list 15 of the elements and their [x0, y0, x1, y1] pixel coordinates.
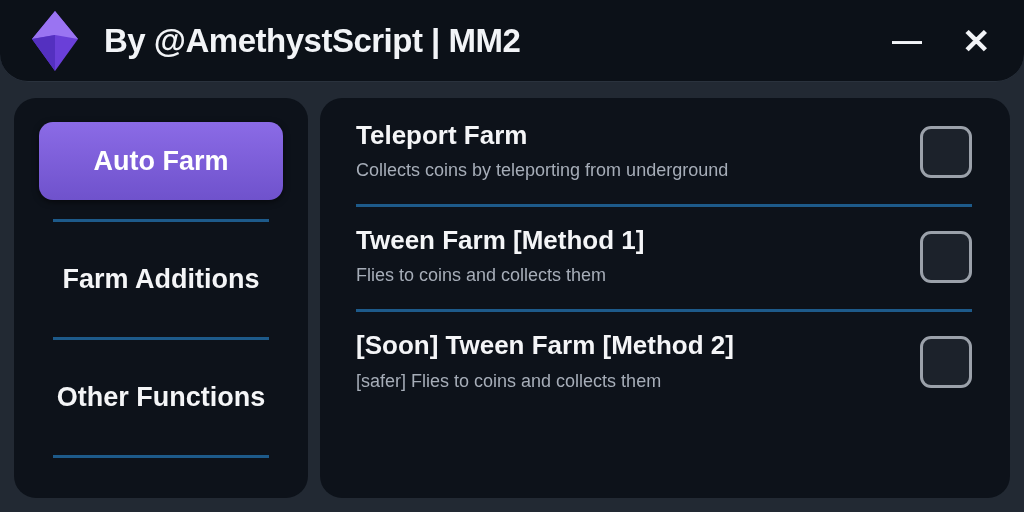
- option-title: Teleport Farm: [356, 120, 529, 152]
- sidebar-tab[interactable]: Farm Additions: [39, 240, 283, 318]
- option-title: Tween Farm [Method 1]: [356, 225, 646, 257]
- checkbox[interactable]: [920, 336, 972, 389]
- checkbox[interactable]: [920, 231, 972, 284]
- option-description: Flies to coins and collects them: [356, 264, 608, 288]
- sidebar-tab[interactable]: Auto Farm: [39, 122, 283, 200]
- close-button[interactable]: ✕: [950, 19, 1002, 62]
- option-description: [safer] Flies to coins and collects them: [356, 369, 663, 393]
- minimize-button[interactable]: —: [880, 19, 934, 62]
- checkbox[interactable]: [920, 126, 972, 179]
- sidebar-tab[interactable]: Other Functions: [39, 358, 283, 436]
- window-title: By @AmethystScript | MM2: [104, 20, 521, 61]
- option-title: [Soon] Tween Farm [Method 2]: [356, 330, 735, 362]
- option-description: Collects coins by teleporting from underground: [356, 159, 730, 183]
